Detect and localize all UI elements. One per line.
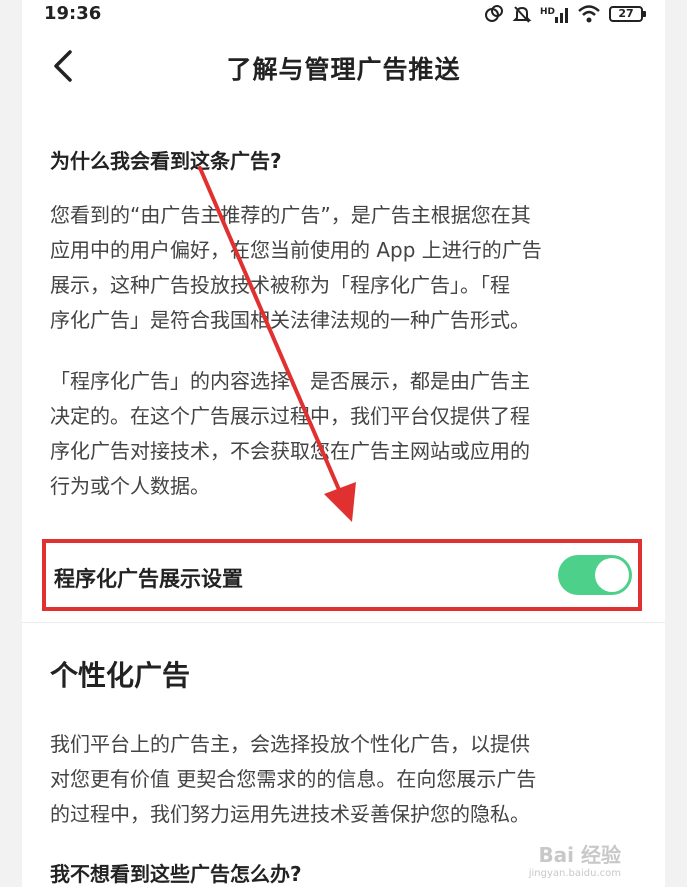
paragraph-line: 序化广告对接技术，不会获取您在广告主网站或应用的 bbox=[50, 439, 530, 463]
settings-page: 19:36 HD 27 了解与管理广告推送 为什么我会看到这条广告? 您看到的“… bbox=[22, 0, 665, 887]
paragraph-line: 我们平台上的广告主，会选择投放个性化广告，以提供 bbox=[50, 732, 530, 756]
ad-decision-paragraph: 「程序化广告」的内容选择、是否展示，都是由广告主 决定的。在这个广告展示过程中，… bbox=[50, 364, 640, 504]
paragraph-line: 行为或个人数据。 bbox=[50, 474, 210, 498]
watermark: Bai 经验 jingyan.baidu.com bbox=[529, 839, 621, 879]
wifi-icon bbox=[577, 4, 601, 24]
paragraph-line: 「程序化广告」的内容选择、是否展示，都是由广告主 bbox=[50, 369, 530, 393]
personalized-ads-heading: 个性化广告 bbox=[50, 659, 191, 692]
paragraph-line: 展示，这种广告投放技术被称为「程序化广告」。「程 bbox=[50, 273, 510, 297]
programmatic-ad-setting-row: 程序化广告展示设置 bbox=[42, 539, 642, 611]
battery-icon: 27 bbox=[609, 6, 646, 22]
ad-explanation-paragraph: 您看到的“由广告主推荐的广告”，是广告主根据您在其 应用中的用户偏好，在您当前使… bbox=[50, 198, 640, 338]
paragraph-line: 您看到的“由广告主推荐的广告”，是广告主根据您在其 bbox=[50, 203, 531, 227]
link-icon bbox=[484, 4, 504, 24]
paragraph-line: 对您更有价值 更契合您需求的的信息。在向您展示广告 bbox=[50, 767, 537, 791]
status-bar: 19:36 HD 27 bbox=[22, 0, 665, 30]
paragraph-line: 应用中的用户偏好，在您当前使用的 App 上进行的广告 bbox=[50, 238, 542, 262]
watermark-logo: Bai 经验 bbox=[538, 843, 621, 867]
watermark-url: jingyan.baidu.com bbox=[528, 868, 621, 879]
status-icons: HD 27 bbox=[484, 3, 646, 25]
nav-bar: 了解与管理广告推送 bbox=[22, 36, 665, 96]
page-title: 了解与管理广告推送 bbox=[226, 55, 461, 84]
programmatic-ad-setting-label: 程序化广告展示设置 bbox=[54, 567, 243, 591]
signal-icon: HD bbox=[540, 5, 569, 23]
section-divider bbox=[22, 622, 665, 623]
personalized-ads-paragraph: 我们平台上的广告主，会选择投放个性化广告，以提供 对您更有价值 更契合您需求的的… bbox=[50, 727, 640, 832]
bell-off-icon bbox=[512, 4, 532, 24]
dont-want-ads-question: 我不想看到这些广告怎么办? bbox=[50, 862, 302, 886]
paragraph-line: 决定的。在这个广告展示过程中，我们平台仅提供了程 bbox=[50, 404, 530, 428]
why-see-ad-question: 为什么我会看到这条广告? bbox=[50, 149, 282, 173]
programmatic-ad-toggle[interactable] bbox=[558, 555, 632, 595]
status-time: 19:36 bbox=[44, 3, 102, 24]
network-label: HD bbox=[539, 7, 555, 17]
paragraph-line: 序化广告」是符合我国相关法律法规的一种广告形式。 bbox=[50, 308, 530, 332]
toggle-knob bbox=[595, 558, 629, 592]
paragraph-line: 的过程中，我们努力运用先进技术妥善保护您的隐私。 bbox=[50, 802, 530, 826]
